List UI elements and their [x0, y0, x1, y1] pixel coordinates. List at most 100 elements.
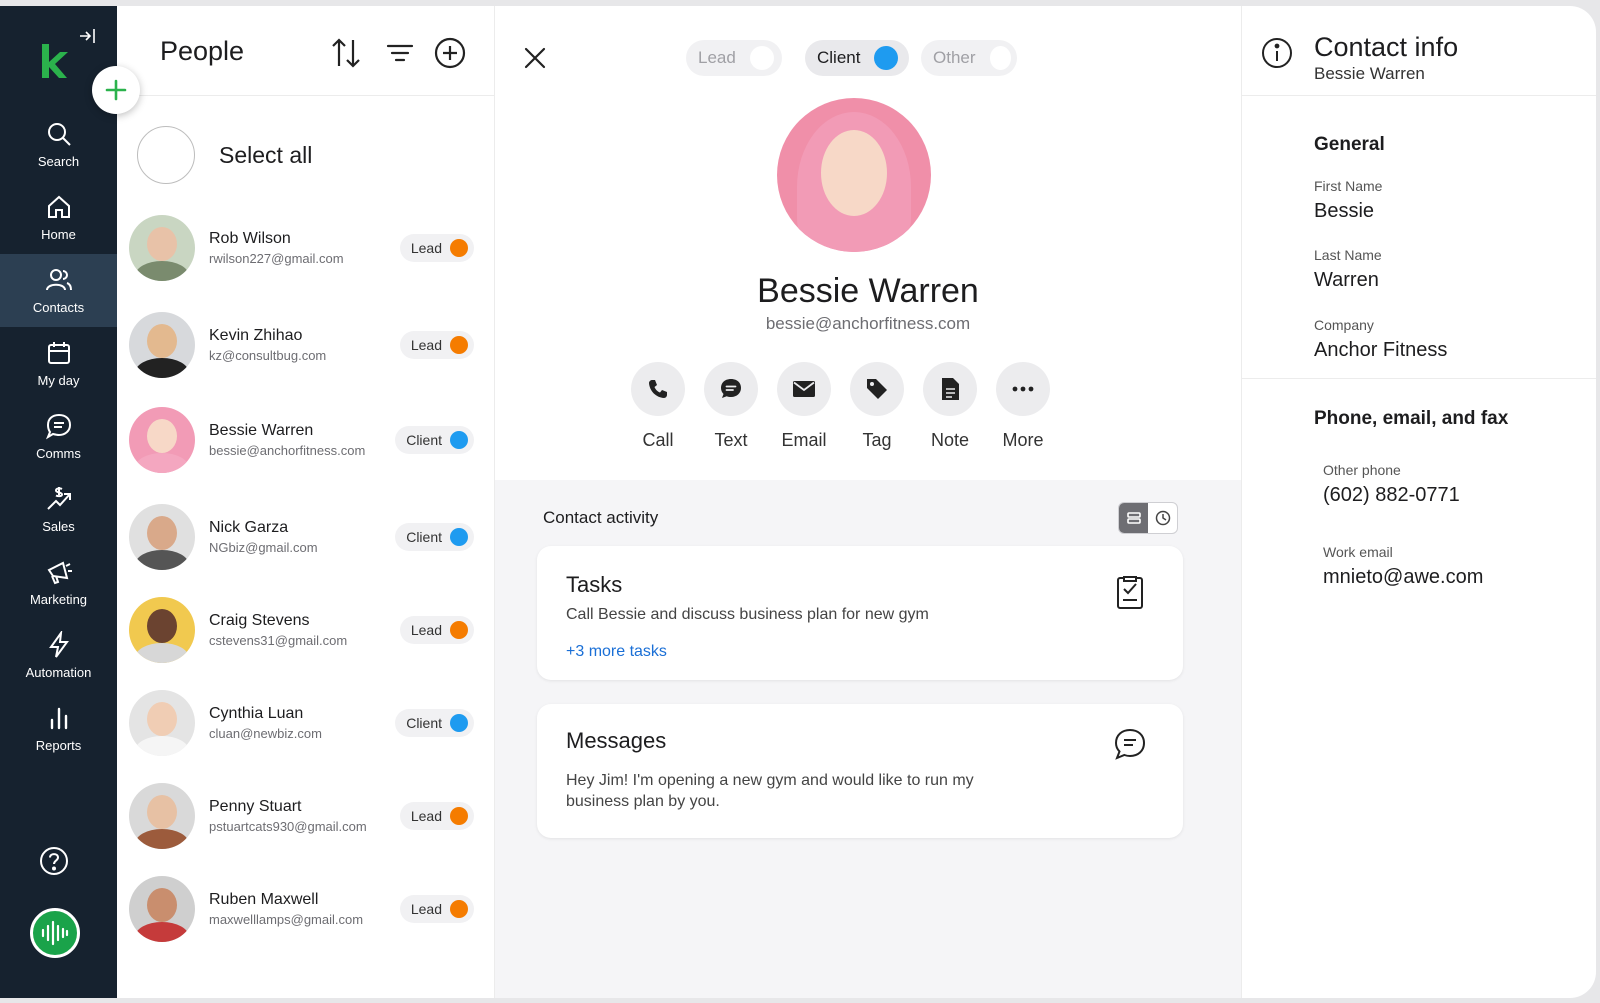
contact-row[interactable]: Rob Wilson rwilson227@gmail.com Lead [129, 214, 474, 282]
contact-row[interactable]: Craig Stevens cstevens31@gmail.com Lead [129, 596, 474, 664]
segment-toggle-knob [874, 46, 899, 70]
first-name-value[interactable]: Bessie [1314, 200, 1374, 223]
activity-view-toggle[interactable] [1118, 502, 1178, 534]
email-button[interactable]: Email [774, 362, 834, 451]
contact-name: Craig Stevens [209, 612, 310, 629]
people-header: People [117, 6, 494, 96]
segment-label: Other [933, 48, 976, 67]
nav-contacts[interactable]: Contacts [0, 254, 117, 327]
other-phone-value[interactable]: (602) 882-0771 [1323, 484, 1460, 507]
status-badge[interactable]: Client [395, 523, 474, 551]
contact-row[interactable]: Kevin Zhihao kz@consultbug.com Lead [129, 311, 474, 379]
nav-label: Automation [25, 665, 92, 680]
contact-name: Kevin Zhihao [209, 327, 303, 344]
status-dot [450, 714, 468, 732]
other-phone-label: Other phone [1323, 462, 1401, 478]
sort-icon[interactable] [329, 36, 363, 70]
contact-email: pstuartcats930@gmail.com [209, 819, 367, 834]
home-icon [47, 195, 70, 218]
company-value[interactable]: Anchor Fitness [1314, 339, 1447, 362]
close-icon[interactable] [523, 46, 547, 70]
select-all-row[interactable]: Select all [137, 126, 312, 184]
status-dot [450, 621, 468, 639]
clock-icon [1155, 510, 1170, 526]
tasks-card[interactable]: Tasks Call Bessie and discuss business p… [537, 546, 1183, 680]
more-button[interactable]: More [993, 362, 1053, 451]
segment-lead[interactable]: Lead [686, 40, 782, 76]
nav-label: Sales [42, 519, 75, 534]
nav-label: Marketing [29, 592, 88, 607]
help-icon[interactable] [39, 846, 69, 876]
tag-button[interactable]: Tag [847, 362, 907, 451]
contact-email: cluan@newbiz.com [209, 726, 322, 741]
text-button[interactable]: Text [701, 362, 761, 451]
nav-my-day[interactable]: My day [0, 327, 117, 400]
status-badge[interactable]: Lead [399, 802, 474, 830]
work-email-value[interactable]: mnieto@awe.com [1323, 566, 1483, 589]
contact-detail-panel: Lead Client Other Bessie Warren bessie@a… [495, 6, 1241, 998]
contact-avatar [129, 783, 195, 849]
keap-logo-icon[interactable] [38, 42, 68, 80]
last-name-label: Last Name [1314, 247, 1382, 263]
status-label: Lead [410, 337, 442, 353]
more-tasks-link[interactable]: +3 more tasks [566, 643, 667, 661]
select-all-checkbox[interactable] [137, 126, 195, 184]
filter-icon[interactable] [383, 36, 417, 70]
contact-row[interactable]: Ruben Maxwell maxwelllamps@gmail.com Lead [129, 875, 474, 943]
contact-email: rwilson227@gmail.com [209, 251, 344, 266]
contact-row[interactable]: Cynthia Luan cluan@newbiz.com Client [129, 689, 474, 757]
nav-sales[interactable]: Sales [0, 473, 117, 546]
contact-row[interactable]: Nick Garza NGbiz@gmail.com Client [129, 503, 474, 571]
contact-email: bessie@anchorfitness.com [209, 443, 366, 458]
contact-name: Bessie Warren [209, 422, 314, 439]
segment-client[interactable]: Client [805, 40, 909, 76]
status-badge[interactable]: Lead [399, 234, 474, 262]
info-icon [1262, 38, 1292, 68]
nav-marketing[interactable]: Marketing [0, 546, 117, 619]
timeline-view-toggle[interactable] [1148, 503, 1177, 533]
contact-row[interactable]: Penny Stuart pstuartcats930@gmail.com Lea… [129, 782, 474, 850]
status-badge[interactable]: Client [395, 426, 474, 454]
add-contact-icon[interactable] [433, 36, 467, 70]
status-label: Lead [410, 240, 442, 256]
contact-avatar [129, 312, 195, 378]
app-window: Search Home Contacts My day Comms Sales … [0, 6, 1596, 998]
contact-email: cstevens31@gmail.com [209, 633, 348, 648]
nav-automation[interactable]: Automation [0, 619, 117, 692]
contact-row[interactable]: Bessie Warren bessie@anchorfitness.com Cl… [129, 406, 474, 474]
status-badge[interactable]: Lead [399, 331, 474, 359]
status-badge[interactable]: Lead [399, 895, 474, 923]
call-button[interactable]: Call [628, 362, 688, 451]
tasks-title: Tasks [566, 572, 623, 597]
contact-activity-section: Contact activity Tasks Call Bessie and d… [495, 480, 1241, 998]
status-badge[interactable]: Client [395, 709, 474, 737]
contact-avatar [129, 407, 195, 473]
nav-home[interactable]: Home [0, 181, 117, 254]
bar-chart-icon [50, 707, 67, 730]
contact-name: Penny Stuart [209, 798, 302, 815]
user-avatar[interactable] [30, 908, 80, 958]
contact-name: Nick Garza [209, 519, 289, 536]
messages-card[interactable]: Messages Hey Jim! I'm opening a new gym … [537, 704, 1183, 838]
status-dot [450, 431, 468, 449]
nav-label: Reports [35, 738, 82, 753]
nav-search[interactable]: Search [0, 108, 117, 181]
segment-other[interactable]: Other [921, 40, 1017, 76]
collapse-sidebar-icon[interactable] [78, 26, 98, 46]
nav-reports[interactable]: Reports [0, 692, 117, 765]
status-badge[interactable]: Lead [399, 616, 474, 644]
action-label: Call [642, 430, 674, 450]
status-label: Lead [410, 901, 442, 917]
add-new-button[interactable] [92, 66, 140, 114]
plus-icon [105, 79, 127, 101]
action-label: Text [714, 430, 748, 450]
profile-name: Bessie Warren [757, 272, 979, 310]
contact-avatar [129, 504, 195, 570]
last-name-value[interactable]: Warren [1314, 269, 1379, 292]
message-bubble-icon [1114, 728, 1146, 760]
list-view-toggle[interactable] [1119, 503, 1148, 533]
contact-email: NGbiz@gmail.com [209, 540, 318, 555]
note-button[interactable]: Note [920, 362, 980, 451]
nav-comms[interactable]: Comms [0, 400, 117, 473]
status-dot [450, 807, 468, 825]
